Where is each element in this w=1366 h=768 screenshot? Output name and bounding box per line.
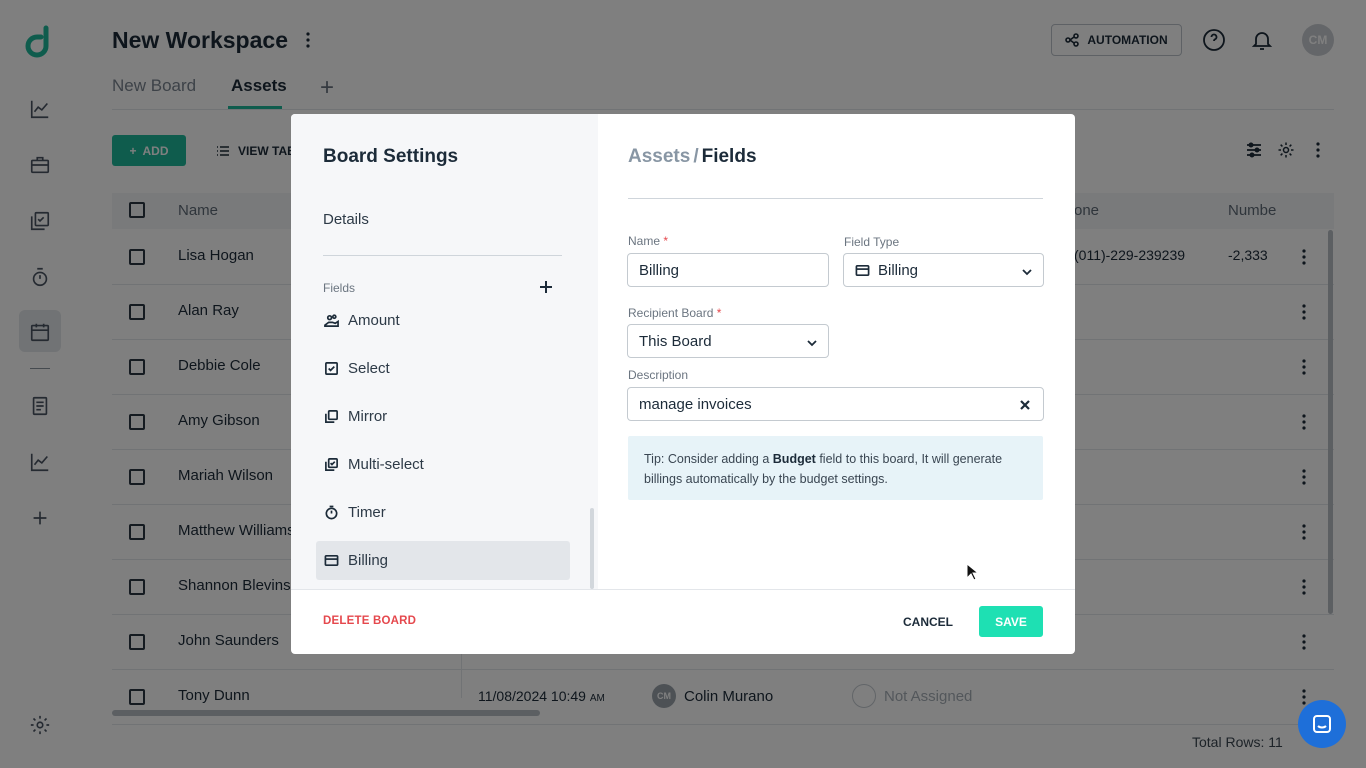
recipient-board-label: Recipient Board * bbox=[628, 306, 721, 320]
footer-divider bbox=[291, 589, 1075, 590]
field-item-label: Select bbox=[348, 360, 390, 377]
tip-prefix: Tip: Consider adding a bbox=[644, 452, 773, 466]
timer-icon bbox=[325, 505, 338, 520]
card-icon bbox=[855, 263, 870, 278]
checkbox-icon bbox=[325, 362, 338, 375]
multi-select-icon bbox=[325, 458, 338, 471]
breadcrumb-board[interactable]: Assets bbox=[628, 146, 690, 167]
nav-scrollbar[interactable] bbox=[590, 508, 594, 589]
field-type-label: Field Type bbox=[844, 235, 900, 249]
amount-icon bbox=[324, 314, 339, 327]
field-item-label: Billing bbox=[348, 552, 389, 569]
delete-board-button[interactable]: DELETE BOARD bbox=[323, 615, 416, 627]
nav-details[interactable]: Details bbox=[323, 211, 369, 228]
description-input-value: manage invoices bbox=[639, 395, 752, 413]
field-item-label: Multi-select bbox=[348, 456, 424, 473]
field-item-select[interactable]: Select bbox=[316, 349, 570, 388]
recipient-board-select[interactable]: This Board bbox=[627, 324, 829, 358]
mirror-icon bbox=[325, 410, 338, 423]
tip-bold: Budget bbox=[772, 452, 816, 466]
name-input-value: Billing bbox=[639, 261, 680, 279]
name-label-text: Name bbox=[628, 234, 661, 248]
chevron-down-icon bbox=[1021, 265, 1033, 277]
field-type-select[interactable]: Billing bbox=[843, 253, 1044, 287]
modal-title: Board Settings bbox=[323, 146, 459, 167]
recipient-board-value: This Board bbox=[639, 332, 712, 350]
mouse-pointer-icon bbox=[966, 563, 978, 581]
chat-icon bbox=[1313, 715, 1331, 733]
cancel-button[interactable]: CANCEL bbox=[903, 615, 953, 629]
description-input[interactable]: manage invoices bbox=[627, 387, 1044, 421]
field-item-multi-select[interactable]: Multi-select bbox=[316, 445, 570, 484]
field-item-label: Amount bbox=[348, 312, 400, 329]
clear-close-icon[interactable] bbox=[1019, 398, 1031, 410]
add-field-plus-icon[interactable] bbox=[537, 278, 555, 296]
title-divider bbox=[628, 198, 1043, 199]
settings-nav-panel: Board Settings Details Fields Amount Sel… bbox=[291, 114, 598, 589]
field-type-value: Billing bbox=[878, 261, 919, 279]
breadcrumb-current: Fields bbox=[701, 146, 757, 167]
budget-tip: Tip: Consider adding a Budget field to t… bbox=[628, 436, 1043, 500]
nav-divider bbox=[323, 255, 562, 256]
field-item-label: Timer bbox=[348, 504, 386, 521]
description-label: Description bbox=[628, 368, 689, 382]
required-mark: * bbox=[663, 234, 669, 248]
card-icon bbox=[324, 554, 339, 567]
chat-support-button[interactable] bbox=[1298, 700, 1346, 748]
breadcrumb-separator: / bbox=[693, 146, 699, 167]
fields-breadcrumb: Assets / Fields bbox=[628, 146, 757, 168]
fields-section-label: Fields bbox=[323, 281, 356, 295]
board-settings-modal: Board Settings Details Fields Amount Sel… bbox=[291, 114, 1075, 654]
field-item-mirror[interactable]: Mirror bbox=[316, 397, 570, 436]
required-mark: * bbox=[716, 306, 722, 320]
field-item-label: Mirror bbox=[348, 408, 388, 425]
recipient-label-text: Recipient Board bbox=[628, 306, 714, 320]
field-item-timer[interactable]: Timer bbox=[316, 493, 570, 532]
name-label: Name * bbox=[628, 234, 668, 248]
chevron-down-icon bbox=[806, 336, 818, 348]
save-button[interactable]: SAVE bbox=[979, 606, 1043, 637]
field-item-billing[interactable]: Billing bbox=[316, 541, 570, 580]
field-item-amount[interactable]: Amount bbox=[316, 301, 570, 340]
name-input[interactable]: Billing bbox=[627, 253, 829, 287]
